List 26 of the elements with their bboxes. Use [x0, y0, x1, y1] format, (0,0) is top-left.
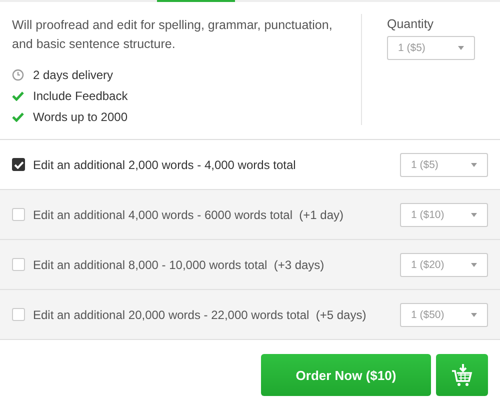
checkbox[interactable] — [12, 158, 25, 171]
quantity-select[interactable]: 1 ($50) — [400, 302, 488, 326]
feature-text: Include Feedback — [33, 88, 128, 102]
caret-icon — [458, 46, 464, 50]
caret-icon — [471, 262, 477, 266]
extra-label: Edit an additional 4,000 words - 6000 words total (+1 day) — [33, 208, 344, 222]
quantity-select[interactable]: 1 ($5) — [387, 36, 475, 60]
feature-text: Words up to 2000 — [33, 110, 128, 124]
quantity-select[interactable]: 1 ($20) — [400, 252, 488, 276]
caret-icon — [471, 312, 477, 316]
extra-label: Edit an additional 20,000 words - 22,000 words total (+5 days) — [33, 308, 366, 322]
add-to-cart-button[interactable] — [436, 354, 488, 396]
check-icon — [12, 112, 24, 122]
quantity-select[interactable]: 1 ($5) — [400, 152, 488, 176]
extra-label: Edit an additional 2,000 words - 4,000 words total — [33, 158, 296, 172]
quantity-label: Quantity — [387, 17, 435, 31]
check-icon — [12, 90, 24, 100]
description: Will proofread and edit for spelling, grammar, punctuation, and basic sentence structure. — [12, 17, 334, 53]
caret-icon — [471, 162, 477, 166]
quantity-select[interactable]: 1 ($10) — [400, 202, 488, 226]
feature-text: 2 days delivery — [33, 68, 114, 82]
extra-label: Edit an additional 8,000 - 10,000 words total (+3 days) — [33, 258, 324, 272]
cart-icon — [450, 363, 474, 387]
clock-icon — [12, 68, 24, 80]
order-button[interactable]: Order Now ($10) — [261, 354, 431, 396]
caret-icon — [471, 212, 477, 216]
